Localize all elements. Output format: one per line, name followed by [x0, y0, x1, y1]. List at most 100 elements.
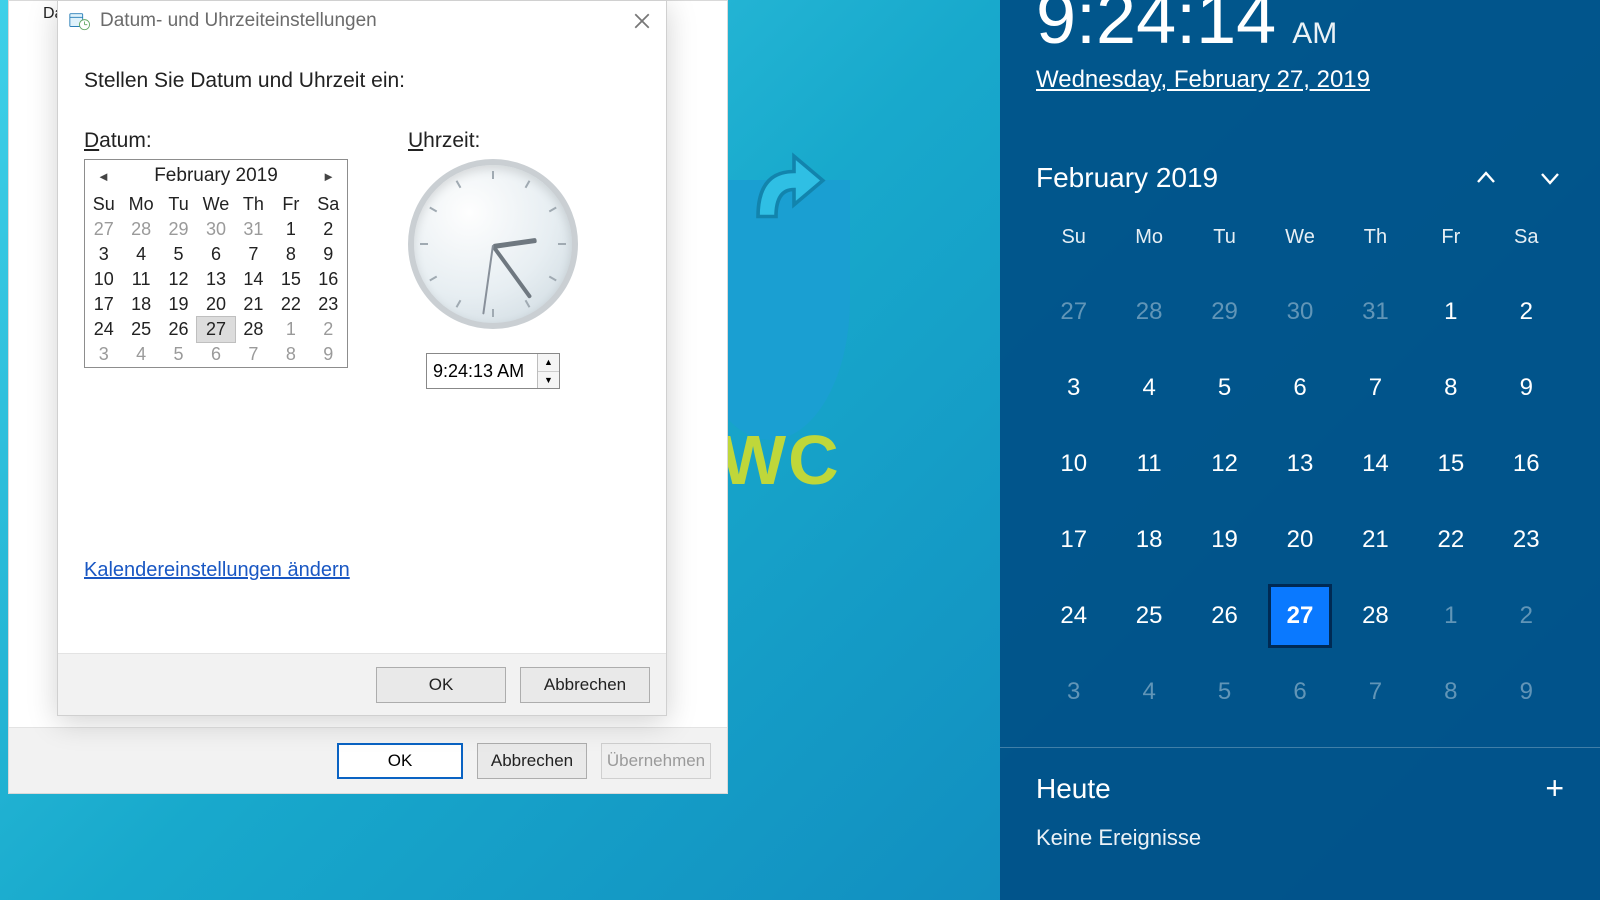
flyout-calendar-day[interactable]: 28: [1111, 283, 1186, 341]
mini-calendar-day[interactable]: 2: [310, 317, 347, 342]
mini-calendar-day[interactable]: 9: [310, 342, 347, 367]
flyout-calendar-day[interactable]: 15: [1413, 435, 1488, 493]
flyout-calendar-day[interactable]: 21: [1338, 511, 1413, 569]
mini-calendar-day[interactable]: 16: [310, 267, 347, 292]
flyout-calendar-day[interactable]: 16: [1489, 435, 1564, 493]
mini-calendar-day[interactable]: 1: [272, 317, 309, 342]
mini-calendar-day[interactable]: 30: [197, 217, 234, 242]
flyout-calendar-day[interactable]: 7: [1338, 359, 1413, 417]
mini-calendar-day[interactable]: 6: [197, 342, 234, 367]
mini-calendar-day[interactable]: 7: [235, 242, 272, 267]
mini-calendar-day[interactable]: 10: [85, 267, 122, 292]
flyout-calendar-day[interactable]: 3: [1036, 663, 1111, 721]
flyout-calendar-day[interactable]: 9: [1489, 359, 1564, 417]
flyout-prev-month[interactable]: [1472, 164, 1500, 192]
flyout-calendar-day[interactable]: 18: [1111, 511, 1186, 569]
mini-calendar-day[interactable]: 28: [122, 217, 159, 242]
mini-calendar-day[interactable]: 18: [122, 292, 159, 317]
calendar-settings-link[interactable]: Kalendereinstellungen ändern: [84, 559, 350, 582]
mini-calendar-day[interactable]: 3: [85, 342, 122, 367]
mini-calendar-day[interactable]: 4: [122, 242, 159, 267]
flyout-calendar-day[interactable]: 5: [1187, 359, 1262, 417]
time-input[interactable]: [427, 354, 537, 388]
mini-calendar-day[interactable]: 26: [160, 317, 197, 342]
mini-calendar-title[interactable]: February 2019: [154, 165, 278, 187]
next-month-button[interactable]: ►: [316, 167, 341, 186]
flyout-calendar-day[interactable]: 30: [1262, 283, 1337, 341]
time-spin-up[interactable]: ▲: [538, 354, 559, 372]
flyout-calendar-day[interactable]: 23: [1489, 511, 1564, 569]
mini-calendar-day[interactable]: 14: [235, 267, 272, 292]
mini-calendar-day[interactable]: 20: [197, 292, 234, 317]
mini-calendar-day[interactable]: 8: [272, 342, 309, 367]
flyout-calendar-day[interactable]: 10: [1036, 435, 1111, 493]
time-spin-down[interactable]: ▼: [538, 372, 559, 389]
flyout-calendar-day[interactable]: 3: [1036, 359, 1111, 417]
mini-calendar-day[interactable]: 7: [235, 342, 272, 367]
mini-calendar-day[interactable]: 5: [160, 242, 197, 267]
flyout-calendar-day[interactable]: 4: [1111, 663, 1186, 721]
mini-calendar-day[interactable]: 2: [310, 217, 347, 242]
mini-calendar-day[interactable]: 9: [310, 242, 347, 267]
mini-calendar-day[interactable]: 4: [122, 342, 159, 367]
flyout-calendar-day[interactable]: 27: [1262, 587, 1337, 645]
flyout-calendar-day[interactable]: 31: [1338, 283, 1413, 341]
flyout-calendar-day[interactable]: 14: [1338, 435, 1413, 493]
mini-calendar-day[interactable]: 25: [122, 317, 159, 342]
flyout-calendar-day[interactable]: 8: [1413, 663, 1488, 721]
flyout-calendar-day[interactable]: 22: [1413, 511, 1488, 569]
flyout-calendar-day[interactable]: 7: [1338, 663, 1413, 721]
mini-calendar-day[interactable]: 21: [235, 292, 272, 317]
cancel-button[interactable]: Abbrechen: [520, 667, 650, 703]
flyout-calendar-day[interactable]: 5: [1187, 663, 1262, 721]
flyout-calendar-day[interactable]: 4: [1111, 359, 1186, 417]
mini-calendar-day[interactable]: 29: [160, 217, 197, 242]
flyout-calendar-day[interactable]: 1: [1413, 587, 1488, 645]
ok-button[interactable]: OK: [376, 667, 506, 703]
mini-calendar-day[interactable]: 8: [272, 242, 309, 267]
mini-calendar-day[interactable]: 6: [197, 242, 234, 267]
mini-calendar-day[interactable]: 11: [122, 267, 159, 292]
mini-calendar-day[interactable]: 23: [310, 292, 347, 317]
flyout-calendar-day[interactable]: 24: [1036, 587, 1111, 645]
flyout-calendar-day[interactable]: 28: [1338, 587, 1413, 645]
parent-ok-button[interactable]: OK: [337, 743, 463, 779]
add-event-button[interactable]: +: [1545, 770, 1564, 807]
flyout-calendar-day[interactable]: 13: [1262, 435, 1337, 493]
flyout-calendar-day[interactable]: 1: [1413, 283, 1488, 341]
mini-calendar-day[interactable]: 27: [197, 317, 234, 342]
flyout-calendar-day[interactable]: 2: [1489, 283, 1564, 341]
close-button[interactable]: [628, 7, 656, 35]
flyout-calendar-day[interactable]: 17: [1036, 511, 1111, 569]
flyout-calendar-day[interactable]: 20: [1262, 511, 1337, 569]
flyout-date-link[interactable]: Wednesday, February 27, 2019: [1036, 66, 1564, 94]
parent-cancel-button[interactable]: Abbrechen: [477, 743, 587, 779]
flyout-calendar-day[interactable]: 25: [1111, 587, 1186, 645]
mini-calendar-day[interactable]: 3: [85, 242, 122, 267]
mini-calendar-day[interactable]: 17: [85, 292, 122, 317]
mini-calendar-day[interactable]: 1: [272, 217, 309, 242]
flyout-calendar-day[interactable]: 27: [1036, 283, 1111, 341]
prev-month-button[interactable]: ◄: [91, 167, 116, 186]
flyout-calendar-day[interactable]: 2: [1489, 587, 1564, 645]
mini-calendar-day[interactable]: 22: [272, 292, 309, 317]
mini-calendar-day[interactable]: 5: [160, 342, 197, 367]
flyout-calendar-day[interactable]: 11: [1111, 435, 1186, 493]
mini-calendar-day[interactable]: 28: [235, 317, 272, 342]
mini-calendar-day[interactable]: 13: [197, 267, 234, 292]
flyout-calendar-day[interactable]: 29: [1187, 283, 1262, 341]
flyout-calendar-day[interactable]: 19: [1187, 511, 1262, 569]
flyout-calendar-day[interactable]: 9: [1489, 663, 1564, 721]
flyout-calendar-day[interactable]: 6: [1262, 663, 1337, 721]
flyout-calendar-day[interactable]: 12: [1187, 435, 1262, 493]
mini-calendar-day[interactable]: 12: [160, 267, 197, 292]
mini-calendar-day[interactable]: 24: [85, 317, 122, 342]
flyout-calendar-day[interactable]: 26: [1187, 587, 1262, 645]
flyout-next-month[interactable]: [1536, 164, 1564, 192]
mini-calendar-day[interactable]: 31: [235, 217, 272, 242]
flyout-calendar-day[interactable]: 6: [1262, 359, 1337, 417]
mini-calendar-day[interactable]: 27: [85, 217, 122, 242]
flyout-month-title[interactable]: February 2019: [1036, 162, 1218, 194]
mini-calendar-day[interactable]: 19: [160, 292, 197, 317]
mini-calendar-day[interactable]: 15: [272, 267, 309, 292]
